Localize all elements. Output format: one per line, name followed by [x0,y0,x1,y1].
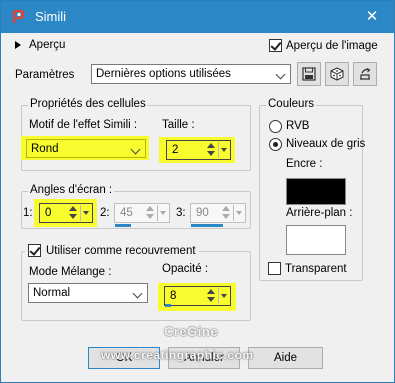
chevron-down-icon [275,68,288,80]
dropdown-arrow-icon[interactable] [218,142,229,158]
rgb-radio[interactable] [269,120,282,133]
title-bar: Simili ✕ [1,1,394,33]
pattern-select[interactable]: Rond [26,139,146,158]
close-icon: ✕ [365,8,379,25]
spin-arrows-icon[interactable] [205,288,217,304]
dropdown-arrow-icon[interactable] [233,205,244,221]
chevron-down-icon [132,287,145,299]
paintshop-icon [12,10,25,23]
angle1-label: 1: [23,207,33,219]
blend-mode-label: Mode Mélange : [29,266,112,278]
save-preset-button[interactable] [297,62,321,86]
screen-angles-title: Angles d'écran : [28,184,115,196]
spin-arrows-icon[interactable] [144,205,156,221]
dropdown-arrow-icon[interactable] [80,205,91,221]
blend-mode-select[interactable]: Normal [28,283,148,303]
preview-image-label: Aperçu de l'image [286,39,378,52]
preview-toggle[interactable]: Aperçu [15,39,65,51]
blend-mode-value: Normal [33,287,71,299]
chevron-down-icon [130,143,143,155]
size-label: Taille : [162,119,195,131]
angle1-value: 0 [45,207,52,219]
watermark-logo: CreGine [164,324,219,339]
ink-label: Encre : [286,158,323,170]
reset-button[interactable] [353,62,377,86]
randomize-icon [330,67,344,81]
angle2-slider-bar [115,224,131,227]
window-title: Simili [35,9,67,24]
dropdown-arrow-icon[interactable] [218,288,229,304]
angle3-slider-bar [191,224,223,227]
overlay-label: Utiliser comme recouvrement [46,244,196,257]
save-preset-icon [302,67,316,81]
pattern-value: Rond [31,143,59,155]
background-label: Arrière-plan : [286,207,353,219]
preview-row: Aperçu Aperçu de l'image [1,33,394,59]
presets-row: Paramètres Dernières options utilisées [1,61,394,89]
angle3-value: 90 [196,207,209,219]
watermark-url: www.creatingraphic.com [101,348,254,362]
simili-dialog: Simili ✕ Aperçu Aperçu de l'image Paramè… [0,0,395,383]
spin-arrows-icon[interactable] [67,205,79,221]
angle1-spinner[interactable]: 0 [39,203,93,223]
grayscale-label: Niveaux de gris [286,138,366,150]
dropdown-arrow-icon[interactable] [157,205,168,221]
ink-color-swatch[interactable] [286,178,346,205]
grayscale-radio[interactable] [269,138,282,151]
angle3-label: 3: [176,207,186,219]
checkbox-unchecked-icon[interactable] [268,262,281,275]
colors-title: Couleurs [266,98,317,110]
presets-label: Paramètres [15,69,75,81]
preview-label: Aperçu [29,39,66,51]
size-spinner[interactable]: 2 [166,140,231,160]
checkbox-checked-icon[interactable] [28,244,41,257]
size-value: 2 [172,144,179,156]
angle2-label: 2: [100,207,110,219]
spin-arrows-icon[interactable] [220,205,232,221]
opacity-value: 8 [170,290,177,302]
angle2-spinner[interactable]: 45 [114,203,170,223]
spin-arrows-icon[interactable] [205,142,217,158]
angle2-value: 45 [120,207,133,219]
close-button[interactable]: ✕ [350,1,394,33]
help-button[interactable]: Aide [248,347,323,369]
opacity-slider-bar [165,304,171,307]
expand-triangle-icon [15,41,21,49]
reset-icon [360,67,371,80]
transparent-checkbox[interactable]: Transparent [268,262,347,275]
presets-select[interactable]: Dernières options utilisées [91,64,291,84]
presets-value: Dernières options utilisées [96,68,231,80]
transparent-label: Transparent [285,262,347,275]
preview-image-checkbox[interactable]: Aperçu de l'image [269,39,378,52]
background-color-swatch[interactable] [286,225,346,255]
randomize-button[interactable] [325,62,349,86]
angle3-spinner[interactable]: 90 [190,203,246,223]
cell-properties-title: Propriétés des cellules [28,98,148,110]
opacity-spinner[interactable]: 8 [164,286,231,306]
pattern-label: Motif de l'effet Simili : [29,119,138,131]
checkbox-checked-icon[interactable] [269,39,282,52]
help-label: Aide [273,352,298,364]
opacity-label: Opacité : [162,263,209,275]
overlay-checkbox[interactable]: Utiliser comme recouvrement [25,244,199,257]
rgb-label: RVB [286,120,310,132]
